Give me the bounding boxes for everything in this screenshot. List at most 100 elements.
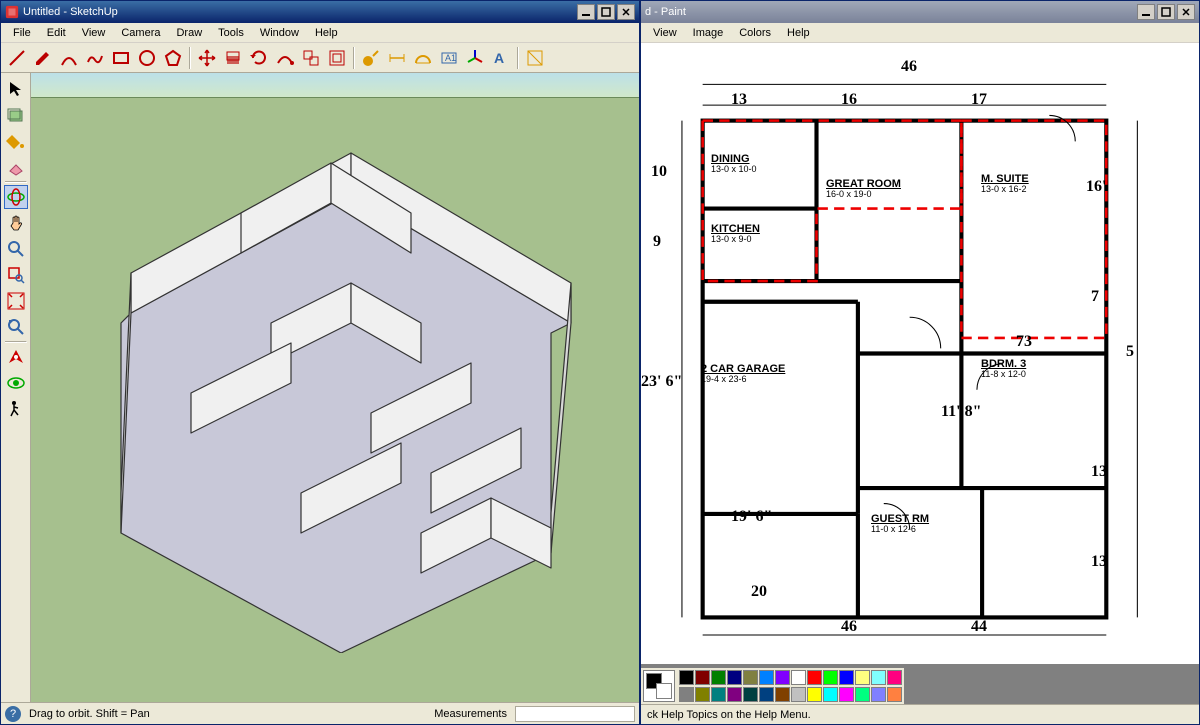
text-tool[interactable]: A1 bbox=[437, 46, 461, 70]
pan-tool[interactable] bbox=[4, 211, 28, 235]
paint-titlebar[interactable]: d - Paint bbox=[641, 1, 1199, 23]
freehand-tool[interactable] bbox=[83, 46, 107, 70]
look-around-tool[interactable] bbox=[4, 371, 28, 395]
dimension-annotation: 46 bbox=[901, 58, 917, 76]
paint-menu-image[interactable]: Image bbox=[685, 25, 732, 41]
menu-view[interactable]: View bbox=[74, 25, 114, 41]
palette-color[interactable] bbox=[871, 670, 886, 685]
palette-color[interactable] bbox=[791, 670, 806, 685]
palette-color[interactable] bbox=[839, 687, 854, 702]
pencil-tool[interactable] bbox=[31, 46, 55, 70]
measurements-label: Measurements bbox=[434, 708, 507, 720]
palette-color[interactable] bbox=[695, 670, 710, 685]
sketchup-titlebar[interactable]: Untitled - SketchUp bbox=[1, 1, 639, 23]
arc-tool[interactable] bbox=[57, 46, 81, 70]
eraser-tool[interactable] bbox=[4, 155, 28, 179]
paint-canvas[interactable]: DINING13-0 x 10-0GREAT ROOM16-0 x 19-0M.… bbox=[641, 43, 1199, 664]
menu-window[interactable]: Window bbox=[252, 25, 307, 41]
scale-tool[interactable] bbox=[299, 46, 323, 70]
palette-color[interactable] bbox=[727, 670, 742, 685]
pushpull-tool[interactable] bbox=[221, 46, 245, 70]
dimension-tool[interactable] bbox=[385, 46, 409, 70]
section-tool[interactable] bbox=[523, 46, 547, 70]
palette-color[interactable] bbox=[823, 670, 838, 685]
polygon-tool[interactable] bbox=[161, 46, 185, 70]
previous-view-tool[interactable] bbox=[4, 315, 28, 339]
component-tool[interactable] bbox=[4, 103, 28, 127]
paint-maximize-button[interactable] bbox=[1157, 4, 1175, 20]
tape-tool[interactable] bbox=[359, 46, 383, 70]
paint-minimize-button[interactable] bbox=[1137, 4, 1155, 20]
room-label: KITCHEN13-0 x 9-0 bbox=[711, 223, 760, 245]
palette-color[interactable] bbox=[679, 670, 694, 685]
offset-tool[interactable] bbox=[325, 46, 349, 70]
axes-tool[interactable] bbox=[463, 46, 487, 70]
palette-color[interactable] bbox=[743, 670, 758, 685]
paint-menu-view[interactable]: View bbox=[645, 25, 685, 41]
dimension-annotation: 17 bbox=[971, 91, 987, 109]
palette-color[interactable] bbox=[807, 670, 822, 685]
palette-color[interactable] bbox=[695, 687, 710, 702]
palette-color[interactable] bbox=[775, 687, 790, 702]
position-camera-tool[interactable] bbox=[4, 345, 28, 369]
menu-help[interactable]: Help bbox=[307, 25, 346, 41]
current-colors[interactable] bbox=[643, 670, 675, 702]
palette-color[interactable] bbox=[823, 687, 838, 702]
palette-color[interactable] bbox=[871, 687, 886, 702]
menu-edit[interactable]: Edit bbox=[39, 25, 74, 41]
palette-color[interactable] bbox=[887, 687, 902, 702]
rectangle-tool[interactable] bbox=[109, 46, 133, 70]
paint-menu-colors[interactable]: Colors bbox=[731, 25, 779, 41]
paint-close-button[interactable] bbox=[1177, 4, 1195, 20]
close-button[interactable] bbox=[617, 4, 635, 20]
zoom-extents-tool[interactable] bbox=[4, 289, 28, 313]
select-tool[interactable] bbox=[4, 77, 28, 101]
dimension-annotation: 44 bbox=[971, 618, 987, 636]
palette-color[interactable] bbox=[711, 687, 726, 702]
menu-draw[interactable]: Draw bbox=[168, 25, 210, 41]
horizon bbox=[31, 97, 639, 98]
menu-tools[interactable]: Tools bbox=[210, 25, 252, 41]
sketchup-viewport[interactable] bbox=[31, 73, 639, 702]
maximize-button[interactable] bbox=[597, 4, 615, 20]
zoom-tool[interactable] bbox=[4, 237, 28, 261]
walk-tool[interactable] bbox=[4, 397, 28, 421]
palette-color[interactable] bbox=[887, 670, 902, 685]
protractor-tool[interactable] bbox=[411, 46, 435, 70]
menu-camera[interactable]: Camera bbox=[113, 25, 168, 41]
palette-color[interactable] bbox=[743, 687, 758, 702]
followme-tool[interactable] bbox=[273, 46, 297, 70]
dimension-annotation: 9 bbox=[653, 233, 661, 251]
palette-color[interactable] bbox=[759, 670, 774, 685]
help-icon[interactable]: ? bbox=[5, 706, 21, 722]
palette-color[interactable] bbox=[775, 670, 790, 685]
menu-file[interactable]: File bbox=[5, 25, 39, 41]
sketchup-window: Untitled - SketchUp File Edit View Camer… bbox=[0, 0, 640, 725]
palette-color[interactable] bbox=[855, 687, 870, 702]
palette-color[interactable] bbox=[855, 670, 870, 685]
dimension-annotation: 73 bbox=[1016, 333, 1032, 351]
circle-tool[interactable] bbox=[135, 46, 159, 70]
minimize-button[interactable] bbox=[577, 4, 595, 20]
rotate-tool[interactable] bbox=[247, 46, 271, 70]
dimension-annotation: 46 bbox=[841, 618, 857, 636]
orbit-tool[interactable] bbox=[4, 185, 28, 209]
palette-color[interactable] bbox=[727, 687, 742, 702]
room-label: 2 CAR GARAGE19-4 x 23-6 bbox=[701, 363, 785, 385]
palette-color[interactable] bbox=[839, 670, 854, 685]
palette-color[interactable] bbox=[679, 687, 694, 702]
palette-color[interactable] bbox=[791, 687, 806, 702]
palette-color[interactable] bbox=[807, 687, 822, 702]
move-tool[interactable] bbox=[195, 46, 219, 70]
svg-text:A1: A1 bbox=[445, 53, 456, 63]
paint-bucket-tool[interactable] bbox=[4, 129, 28, 153]
measurements-input[interactable] bbox=[515, 706, 635, 722]
palette-color[interactable] bbox=[759, 687, 774, 702]
zoom-window-tool[interactable] bbox=[4, 263, 28, 287]
status-hint: Drag to orbit. Shift = Pan bbox=[29, 708, 150, 720]
dimension-annotation: 23' 6" bbox=[641, 373, 682, 391]
paint-menu-help[interactable]: Help bbox=[779, 25, 818, 41]
line-tool[interactable] bbox=[5, 46, 29, 70]
palette-color[interactable] bbox=[711, 670, 726, 685]
3dtext-tool[interactable]: A bbox=[489, 46, 513, 70]
